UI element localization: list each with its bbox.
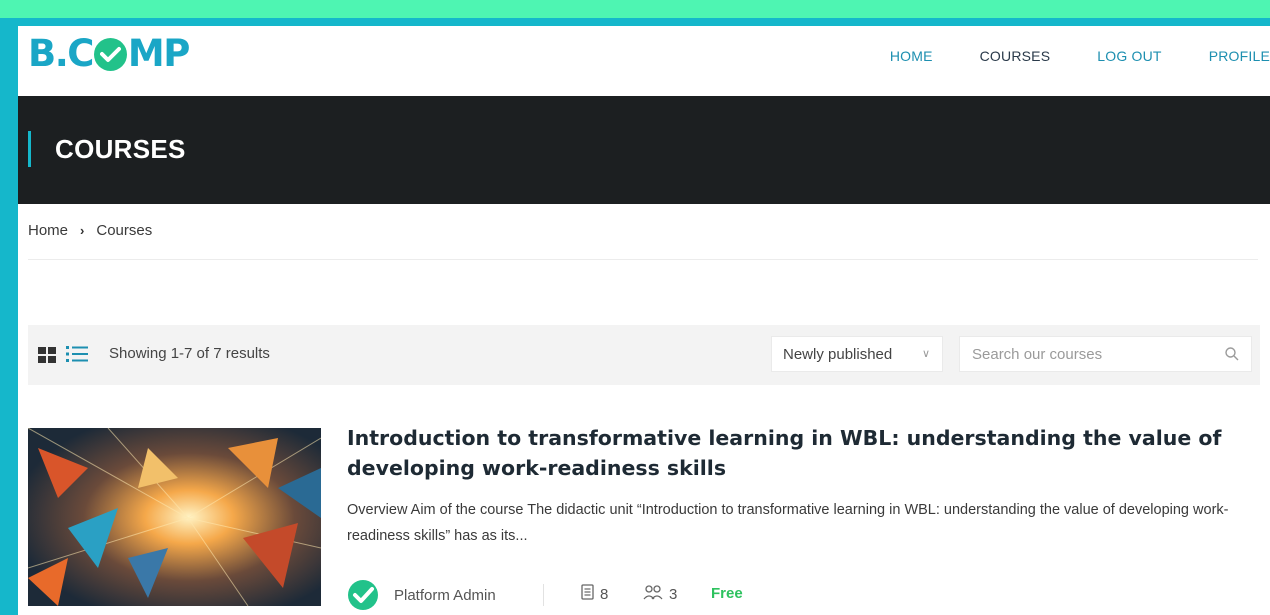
logo-text-suffix: MP — [127, 32, 190, 75]
site-logo[interactable]: B.C MP — [28, 32, 190, 75]
breadcrumb: Home › Courses — [28, 222, 152, 239]
chevron-right-icon: › — [80, 223, 85, 238]
students-icon — [643, 585, 663, 600]
course-price: Free — [711, 585, 743, 602]
course-toolbar: Showing 1-7 of 7 results Newly published… — [28, 325, 1260, 385]
grid-view-icon[interactable] — [38, 347, 56, 363]
sort-selected-value: Newly published — [783, 346, 893, 363]
results-count: Showing 1-7 of 7 results — [109, 345, 270, 362]
nav-courses[interactable]: COURSES — [980, 48, 1051, 64]
chevron-down-icon: ∨ — [921, 348, 930, 360]
banner-accent-bar — [28, 131, 31, 167]
divider — [28, 259, 1258, 260]
main-nav: HOME COURSES LOG OUT PROFILE — [843, 48, 1270, 64]
sort-dropdown[interactable]: Newly published ∨ — [771, 336, 943, 372]
frame-left-border — [0, 18, 18, 615]
search-input[interactable] — [960, 337, 1210, 371]
course-author[interactable]: Platform Admin — [394, 587, 496, 604]
course-meta: Platform Admin 8 3 Free — [347, 580, 1247, 610]
search-box — [959, 336, 1252, 372]
breadcrumb-current: Courses — [96, 222, 153, 239]
course-title[interactable]: Introduction to transformative learning … — [347, 423, 1247, 483]
frame-top-border — [0, 18, 1270, 26]
page: B.C MP HOME COURSES LOG OUT PROFILE COUR… — [18, 26, 1270, 615]
course-thumbnail[interactable] — [28, 428, 321, 606]
author-avatar-icon — [348, 580, 378, 610]
lessons-icon — [581, 584, 594, 600]
site-header: B.C MP HOME COURSES LOG OUT PROFILE — [18, 26, 1270, 96]
nav-profile[interactable]: PROFILE — [1209, 48, 1270, 64]
course-description: Overview Aim of the course The didactic … — [347, 502, 1229, 544]
logo-text-prefix: B.C — [28, 32, 94, 75]
nav-log-out[interactable]: LOG OUT — [1097, 48, 1161, 64]
check-icon — [93, 38, 127, 71]
students-count: 3 — [669, 586, 678, 603]
breadcrumb-home[interactable]: Home — [28, 222, 68, 239]
page-title: COURSES — [55, 134, 186, 164]
list-view-icon[interactable] — [66, 345, 88, 363]
nav-home[interactable]: HOME — [890, 48, 933, 64]
search-icon[interactable] — [1225, 347, 1239, 361]
page-banner: COURSES — [18, 96, 1270, 204]
meta-divider — [543, 584, 544, 606]
lessons-count: 8 — [600, 586, 609, 603]
